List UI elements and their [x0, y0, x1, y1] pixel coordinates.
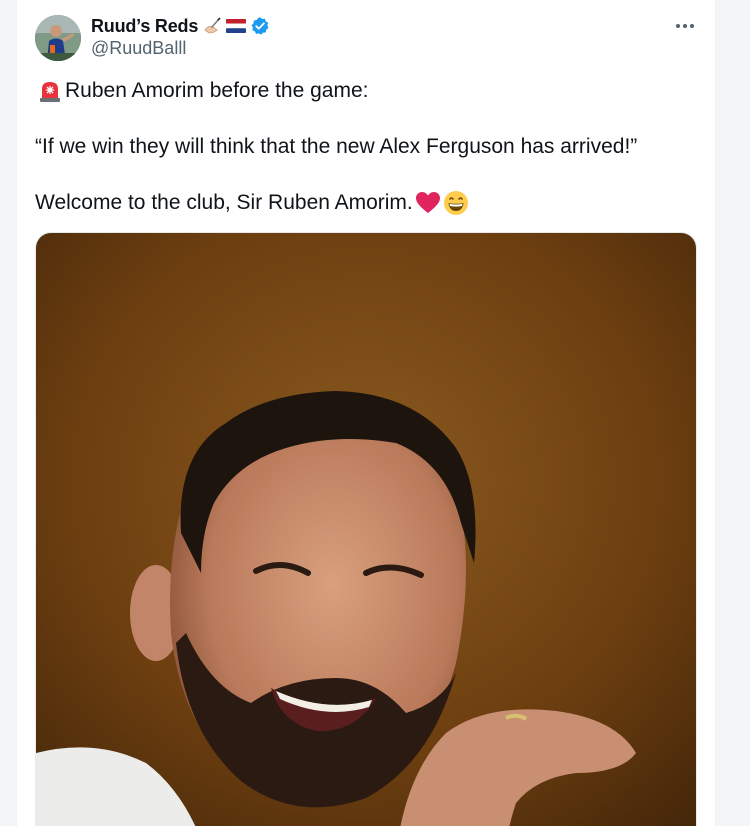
portrait-photo	[36, 233, 696, 826]
red-heart-icon	[415, 190, 441, 216]
ellipsis-icon	[676, 24, 694, 28]
tweet-text-line-3: Welcome to the club, Sir Ruben Amorim.	[35, 190, 695, 216]
author-name-row: Ruud’s Reds	[91, 14, 270, 38]
tweet-text-line-1-content: Ruben Amorim before the game:	[65, 79, 369, 102]
tweet-photo[interactable]	[35, 232, 697, 826]
author-handle[interactable]: @RuudBalll	[91, 38, 186, 59]
writing-hand-icon	[202, 16, 222, 36]
author-avatar[interactable]	[35, 15, 81, 61]
avatar-image	[35, 15, 81, 61]
tweet-text-line-1: Ruben Amorim before the game:	[35, 78, 695, 104]
tweet-card[interactable]: Ruud’s Reds @RuudBalll Ruben Amorim befo…	[16, 0, 716, 826]
rotating-light-icon	[37, 78, 63, 104]
more-options-button[interactable]	[673, 14, 697, 38]
verified-badge-icon[interactable]	[250, 16, 270, 36]
grinning-face-icon	[443, 190, 469, 216]
page: Ruud’s Reds @RuudBalll Ruben Amorim befo…	[0, 0, 750, 826]
netherlands-flag-icon	[226, 16, 247, 36]
tweet-text-line-2: “If we win they will think that the new …	[35, 135, 638, 158]
tweet-text-line-3-content: Welcome to the club, Sir Ruben Amorim.	[35, 191, 413, 214]
author-display-name[interactable]: Ruud’s Reds	[91, 16, 198, 37]
